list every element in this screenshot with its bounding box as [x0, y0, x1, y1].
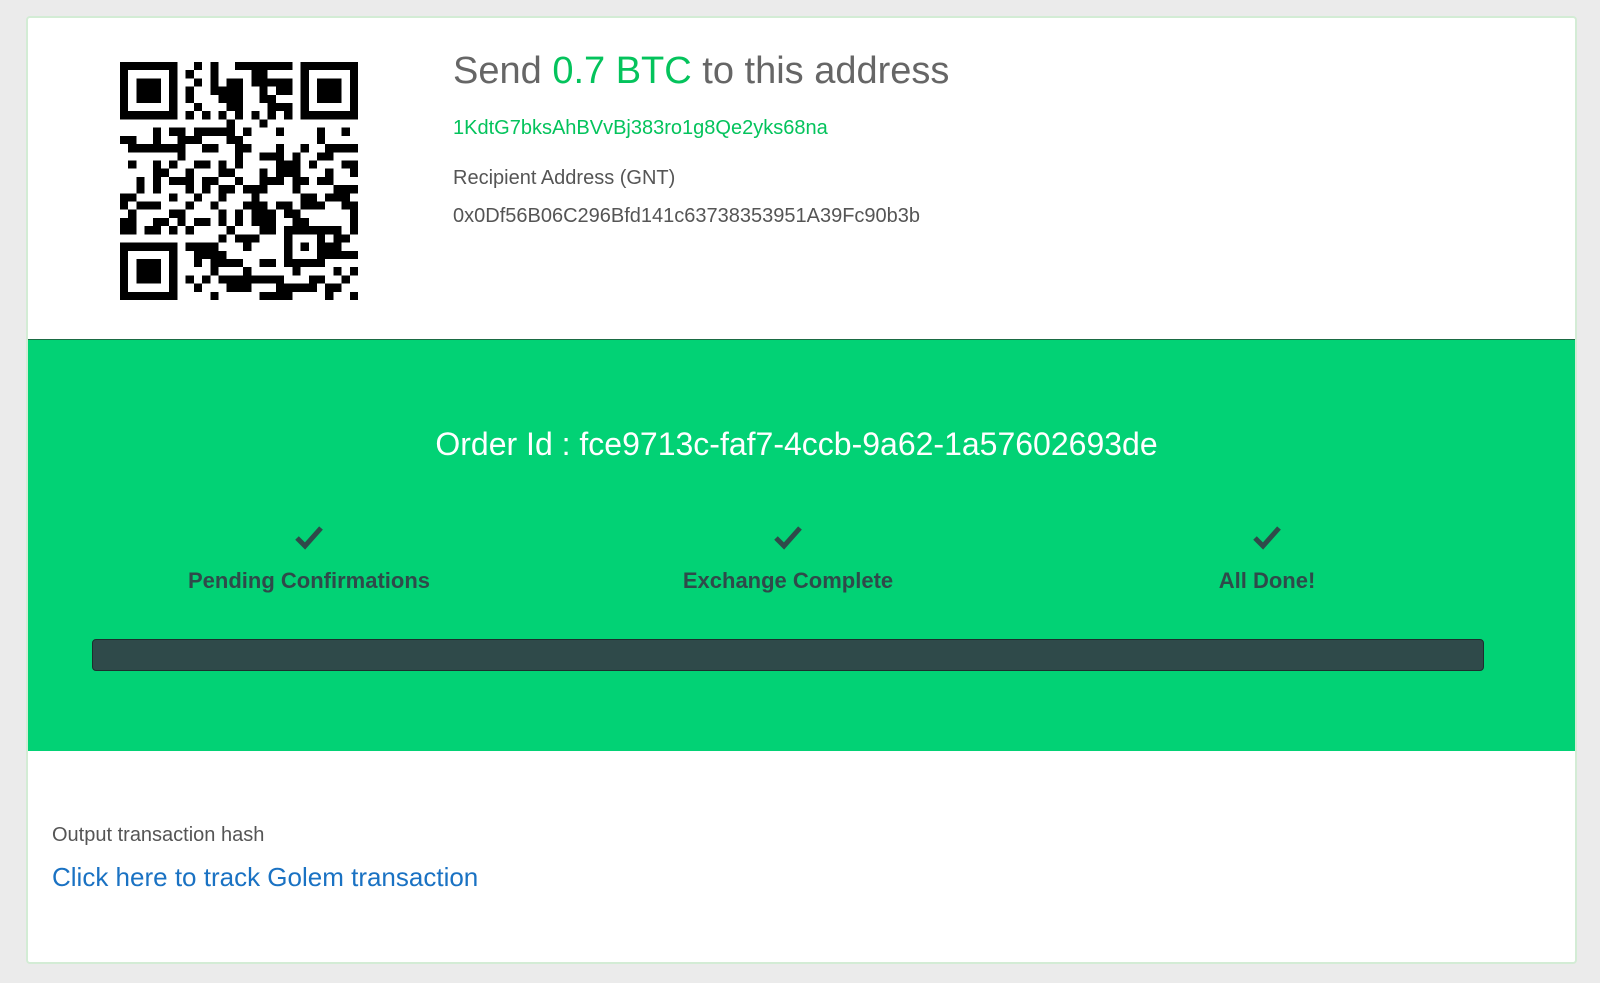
recipient-address: 0x0Df56B06C296Bfd141c63738353951A39Fc90b… [453, 205, 921, 227]
recipient-address-label: Recipient Address (GNT) [453, 167, 676, 189]
order-status-panel: Order Id : fce9713c-faf7-4ccb-9a62-1a576… [28, 339, 1575, 751]
check-icon [588, 524, 988, 554]
step-exchange-complete: Exchange Complete [588, 524, 988, 594]
payment-section: Send 0.7 BTC to this address 1KdtG7bksAh… [28, 18, 1575, 348]
output-section: Output transaction hash Click here to tr… [28, 750, 1575, 962]
step-label: Exchange Complete [682, 568, 894, 593]
progress-bar-fill [93, 640, 1483, 670]
order-id: Order Id : fce9713c-faf7-4ccb-9a62-1a576… [435, 426, 1158, 462]
output-hash-label: Output transaction hash [52, 824, 265, 846]
progress-bar [92, 639, 1484, 671]
exchange-order-card: Send 0.7 BTC to this address 1KdtG7bksAh… [26, 16, 1577, 964]
check-icon [1067, 524, 1467, 554]
step-label: All Done! [1218, 568, 1316, 593]
step-pending-confirmations: Pending Confirmations [109, 524, 509, 594]
send-prefix: Send [453, 50, 553, 92]
send-amount: 0.7 BTC [552, 50, 692, 92]
step-all-done: All Done! [1067, 524, 1467, 594]
check-icon [109, 524, 509, 554]
qr-code-icon [120, 62, 358, 300]
deposit-address: 1KdtG7bksAhBVvBj383ro1g8Qe2yks68na [453, 117, 828, 139]
send-suffix: to this address [691, 50, 950, 92]
track-transaction-link[interactable]: Click here to track Golem transaction [52, 862, 478, 893]
step-label: Pending Confirmations [188, 568, 430, 593]
send-amount-heading: Send 0.7 BTC to this address [453, 50, 949, 93]
